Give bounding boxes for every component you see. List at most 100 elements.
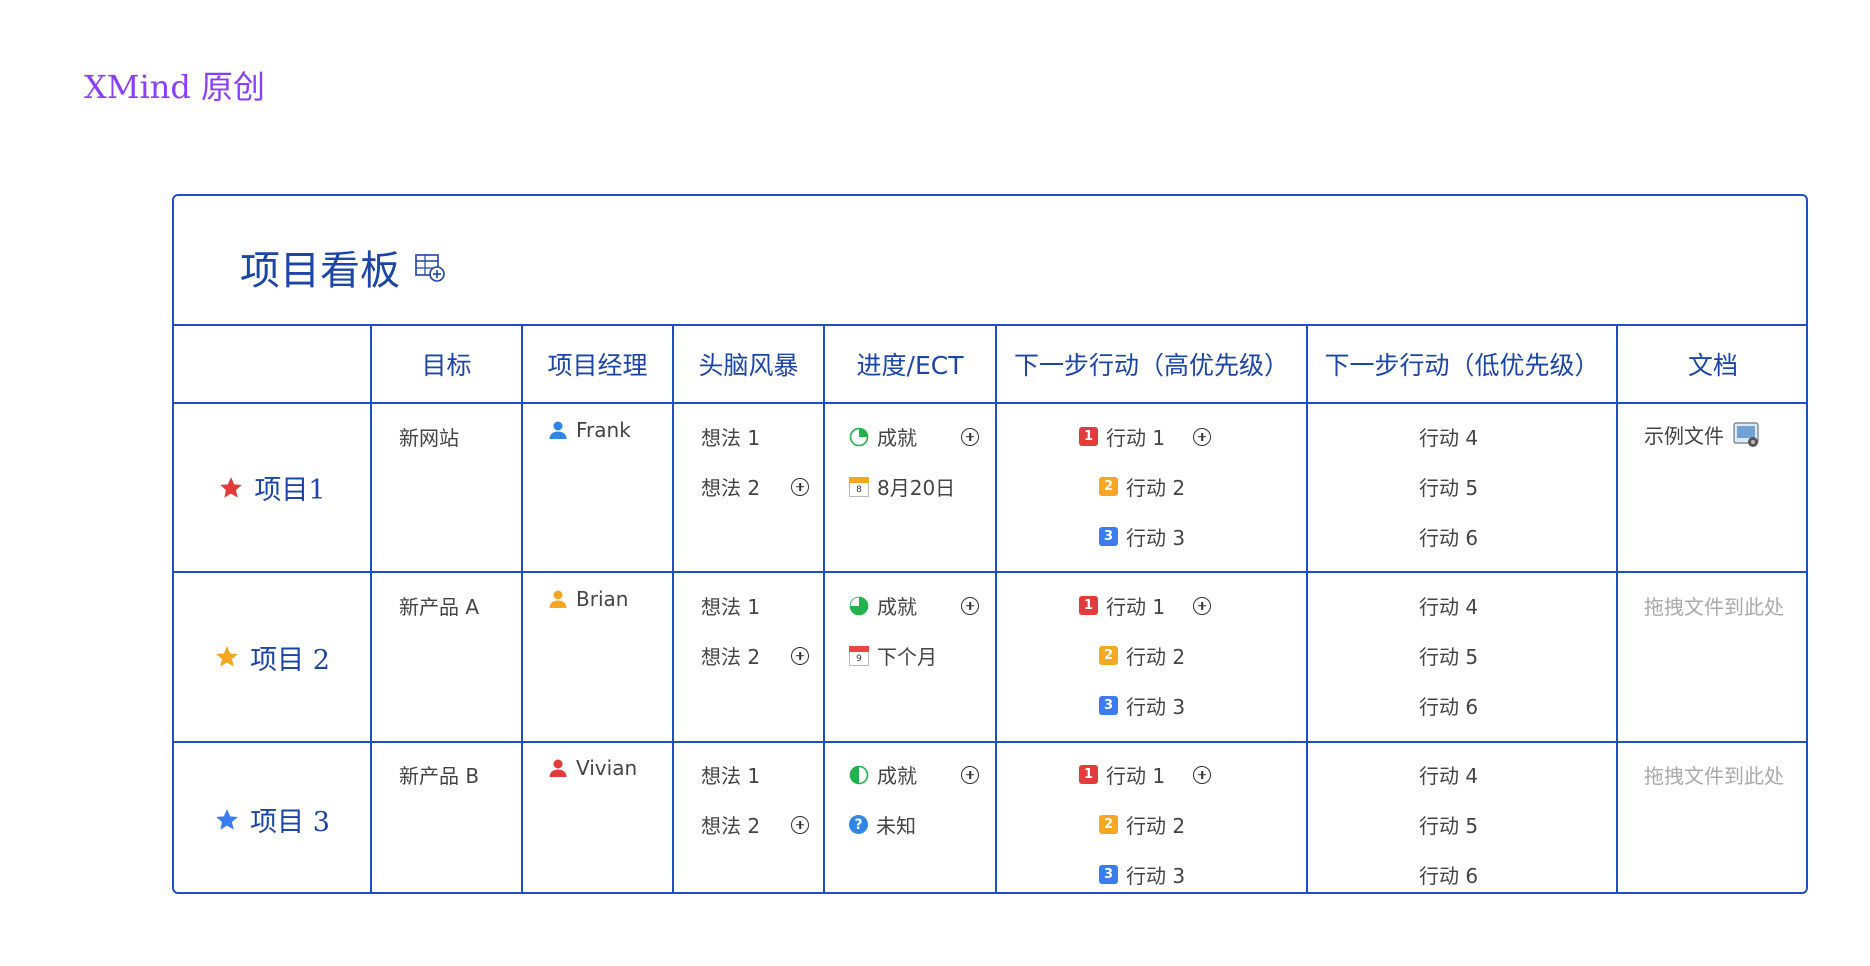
manager-name: Brian [576, 587, 629, 611]
idea-item[interactable]: 想法 2 [701, 810, 809, 839]
idea-text: 想法 1 [701, 595, 761, 619]
priority-3-icon: 3 [1099, 696, 1118, 715]
action-text: 行动 2 [1126, 645, 1186, 669]
low-action-item[interactable]: 行动 6 [1419, 691, 1478, 720]
add-topic-icon[interactable] [791, 646, 809, 665]
ect-item[interactable]: 8 8月20日 [849, 472, 955, 501]
manager-cell[interactable]: Frank [548, 418, 631, 442]
add-topic-icon[interactable] [961, 765, 979, 784]
action-text: 行动 1 [1106, 595, 1166, 619]
action-text: 行动 5 [1419, 814, 1479, 838]
goal-cell[interactable]: 新产品 B [399, 760, 479, 789]
high-action-item[interactable]: 3 行动 3 [1099, 522, 1185, 551]
high-action-item[interactable]: 1 行动 1 [1079, 591, 1212, 620]
idea-item[interactable]: 想法 1 [701, 422, 760, 451]
add-topic-icon[interactable] [791, 477, 809, 496]
add-table-icon[interactable] [414, 251, 446, 283]
divider [370, 326, 372, 892]
high-action-item[interactable]: 3 行动 3 [1099, 691, 1185, 720]
add-topic-icon[interactable] [1193, 765, 1212, 784]
high-action-item[interactable]: 2 行动 2 [1099, 641, 1185, 670]
manager-cell[interactable]: Vivian [548, 756, 637, 780]
progress-text: 成就 [877, 595, 917, 619]
add-topic-icon[interactable] [1193, 596, 1212, 615]
action-text: 行动 3 [1126, 695, 1186, 719]
ect-text: 8月20日 [877, 476, 956, 500]
add-topic-icon[interactable] [961, 596, 979, 615]
high-action-item[interactable]: 1 行动 1 [1079, 422, 1212, 451]
row-label-text: 项目 3 [250, 807, 330, 838]
manager-name: Frank [576, 418, 631, 442]
column-header-manager: 项目经理 [547, 351, 648, 380]
low-action-item[interactable]: 行动 6 [1419, 860, 1478, 889]
idea-item[interactable]: 想法 2 [701, 472, 809, 501]
column-header-low-priority: 下一步行动（低优先级） [1324, 351, 1600, 380]
brand-label: XMind 原创 [84, 68, 266, 106]
document-item[interactable]: 示例文件 [1644, 420, 1762, 449]
action-text: 行动 4 [1419, 764, 1479, 788]
add-topic-icon[interactable] [961, 427, 979, 446]
idea-text: 想法 2 [701, 814, 761, 838]
action-text: 行动 4 [1419, 426, 1479, 450]
idea-item[interactable]: 想法 1 [701, 760, 760, 789]
star-icon [220, 476, 243, 498]
low-action-item[interactable]: 行动 5 [1419, 641, 1478, 670]
low-action-item[interactable]: 行动 4 [1419, 591, 1478, 620]
progress-quarter-icon [849, 427, 869, 446]
manager-cell[interactable]: Brian [548, 587, 628, 611]
file-attachment-icon [1733, 421, 1759, 447]
low-action-item[interactable]: 行动 4 [1419, 422, 1478, 451]
goal-cell[interactable]: 新产品 A [399, 591, 479, 620]
row-label-project-1[interactable]: 项目1 [174, 404, 370, 571]
progress-item[interactable]: 成就 [849, 591, 979, 620]
action-text: 行动 2 [1126, 476, 1186, 500]
priority-3-icon: 3 [1099, 527, 1118, 546]
high-action-item[interactable]: 3 行动 3 [1099, 860, 1185, 889]
calendar-icon: 9 [849, 645, 869, 666]
idea-item[interactable]: 想法 2 [701, 641, 809, 670]
add-topic-icon[interactable] [791, 815, 809, 834]
priority-3-icon: 3 [1099, 865, 1118, 884]
divider [174, 402, 1806, 404]
ect-item[interactable]: 9 下个月 [849, 641, 937, 670]
manager-name: Vivian [576, 756, 638, 780]
column-header-brainstorm: 头脑风暴 [698, 351, 799, 380]
row-label-text: 项目 2 [250, 644, 330, 676]
row-label-project-2[interactable]: 项目 2 [174, 573, 370, 741]
action-text: 行动 6 [1419, 864, 1479, 888]
drop-zone[interactable]: 拖拽文件到此处 [1644, 760, 1784, 789]
priority-1-icon: 1 [1079, 596, 1098, 615]
drop-zone-text: 拖拽文件到此处 [1644, 764, 1784, 788]
column-header-docs: 文档 [1687, 351, 1738, 380]
row-label-text: 项目1 [254, 475, 326, 506]
progress-item[interactable]: 成就 [849, 422, 979, 451]
low-action-item[interactable]: 行动 5 [1419, 472, 1478, 501]
column-header-progress: 进度/ECT [856, 351, 964, 380]
high-action-item[interactable]: 1 行动 1 [1079, 760, 1212, 789]
progress-text: 成就 [877, 426, 917, 450]
idea-item[interactable]: 想法 1 [701, 591, 760, 620]
priority-1-icon: 1 [1079, 427, 1098, 446]
ect-item[interactable]: ? 未知 [849, 810, 916, 839]
action-text: 行动 2 [1126, 814, 1186, 838]
low-action-item[interactable]: 行动 6 [1419, 522, 1478, 551]
action-text: 行动 3 [1126, 864, 1186, 888]
goal-cell[interactable]: 新网站 [399, 422, 459, 451]
progress-item[interactable]: 成就 [849, 760, 979, 789]
add-topic-icon[interactable] [1193, 427, 1212, 446]
drop-zone[interactable]: 拖拽文件到此处 [1644, 591, 1784, 620]
column-header-high-priority: 下一步行动（高优先级） [1013, 351, 1289, 380]
priority-2-icon: 2 [1099, 815, 1118, 834]
progress-half-icon [849, 765, 869, 784]
idea-text: 想法 2 [701, 645, 761, 669]
board-title: 项目看板 [240, 238, 446, 296]
row-label-project-3[interactable]: 项目 3 [174, 743, 370, 892]
high-action-item[interactable]: 2 行动 2 [1099, 810, 1185, 839]
idea-text: 想法 2 [701, 476, 761, 500]
progress-three-quarter-icon [849, 596, 869, 615]
low-action-item[interactable]: 行动 5 [1419, 810, 1478, 839]
low-action-item[interactable]: 行动 4 [1419, 760, 1478, 789]
column-header-goal: 目标 [421, 351, 472, 380]
goal-text: 新产品 B [399, 764, 480, 788]
high-action-item[interactable]: 2 行动 2 [1099, 472, 1185, 501]
